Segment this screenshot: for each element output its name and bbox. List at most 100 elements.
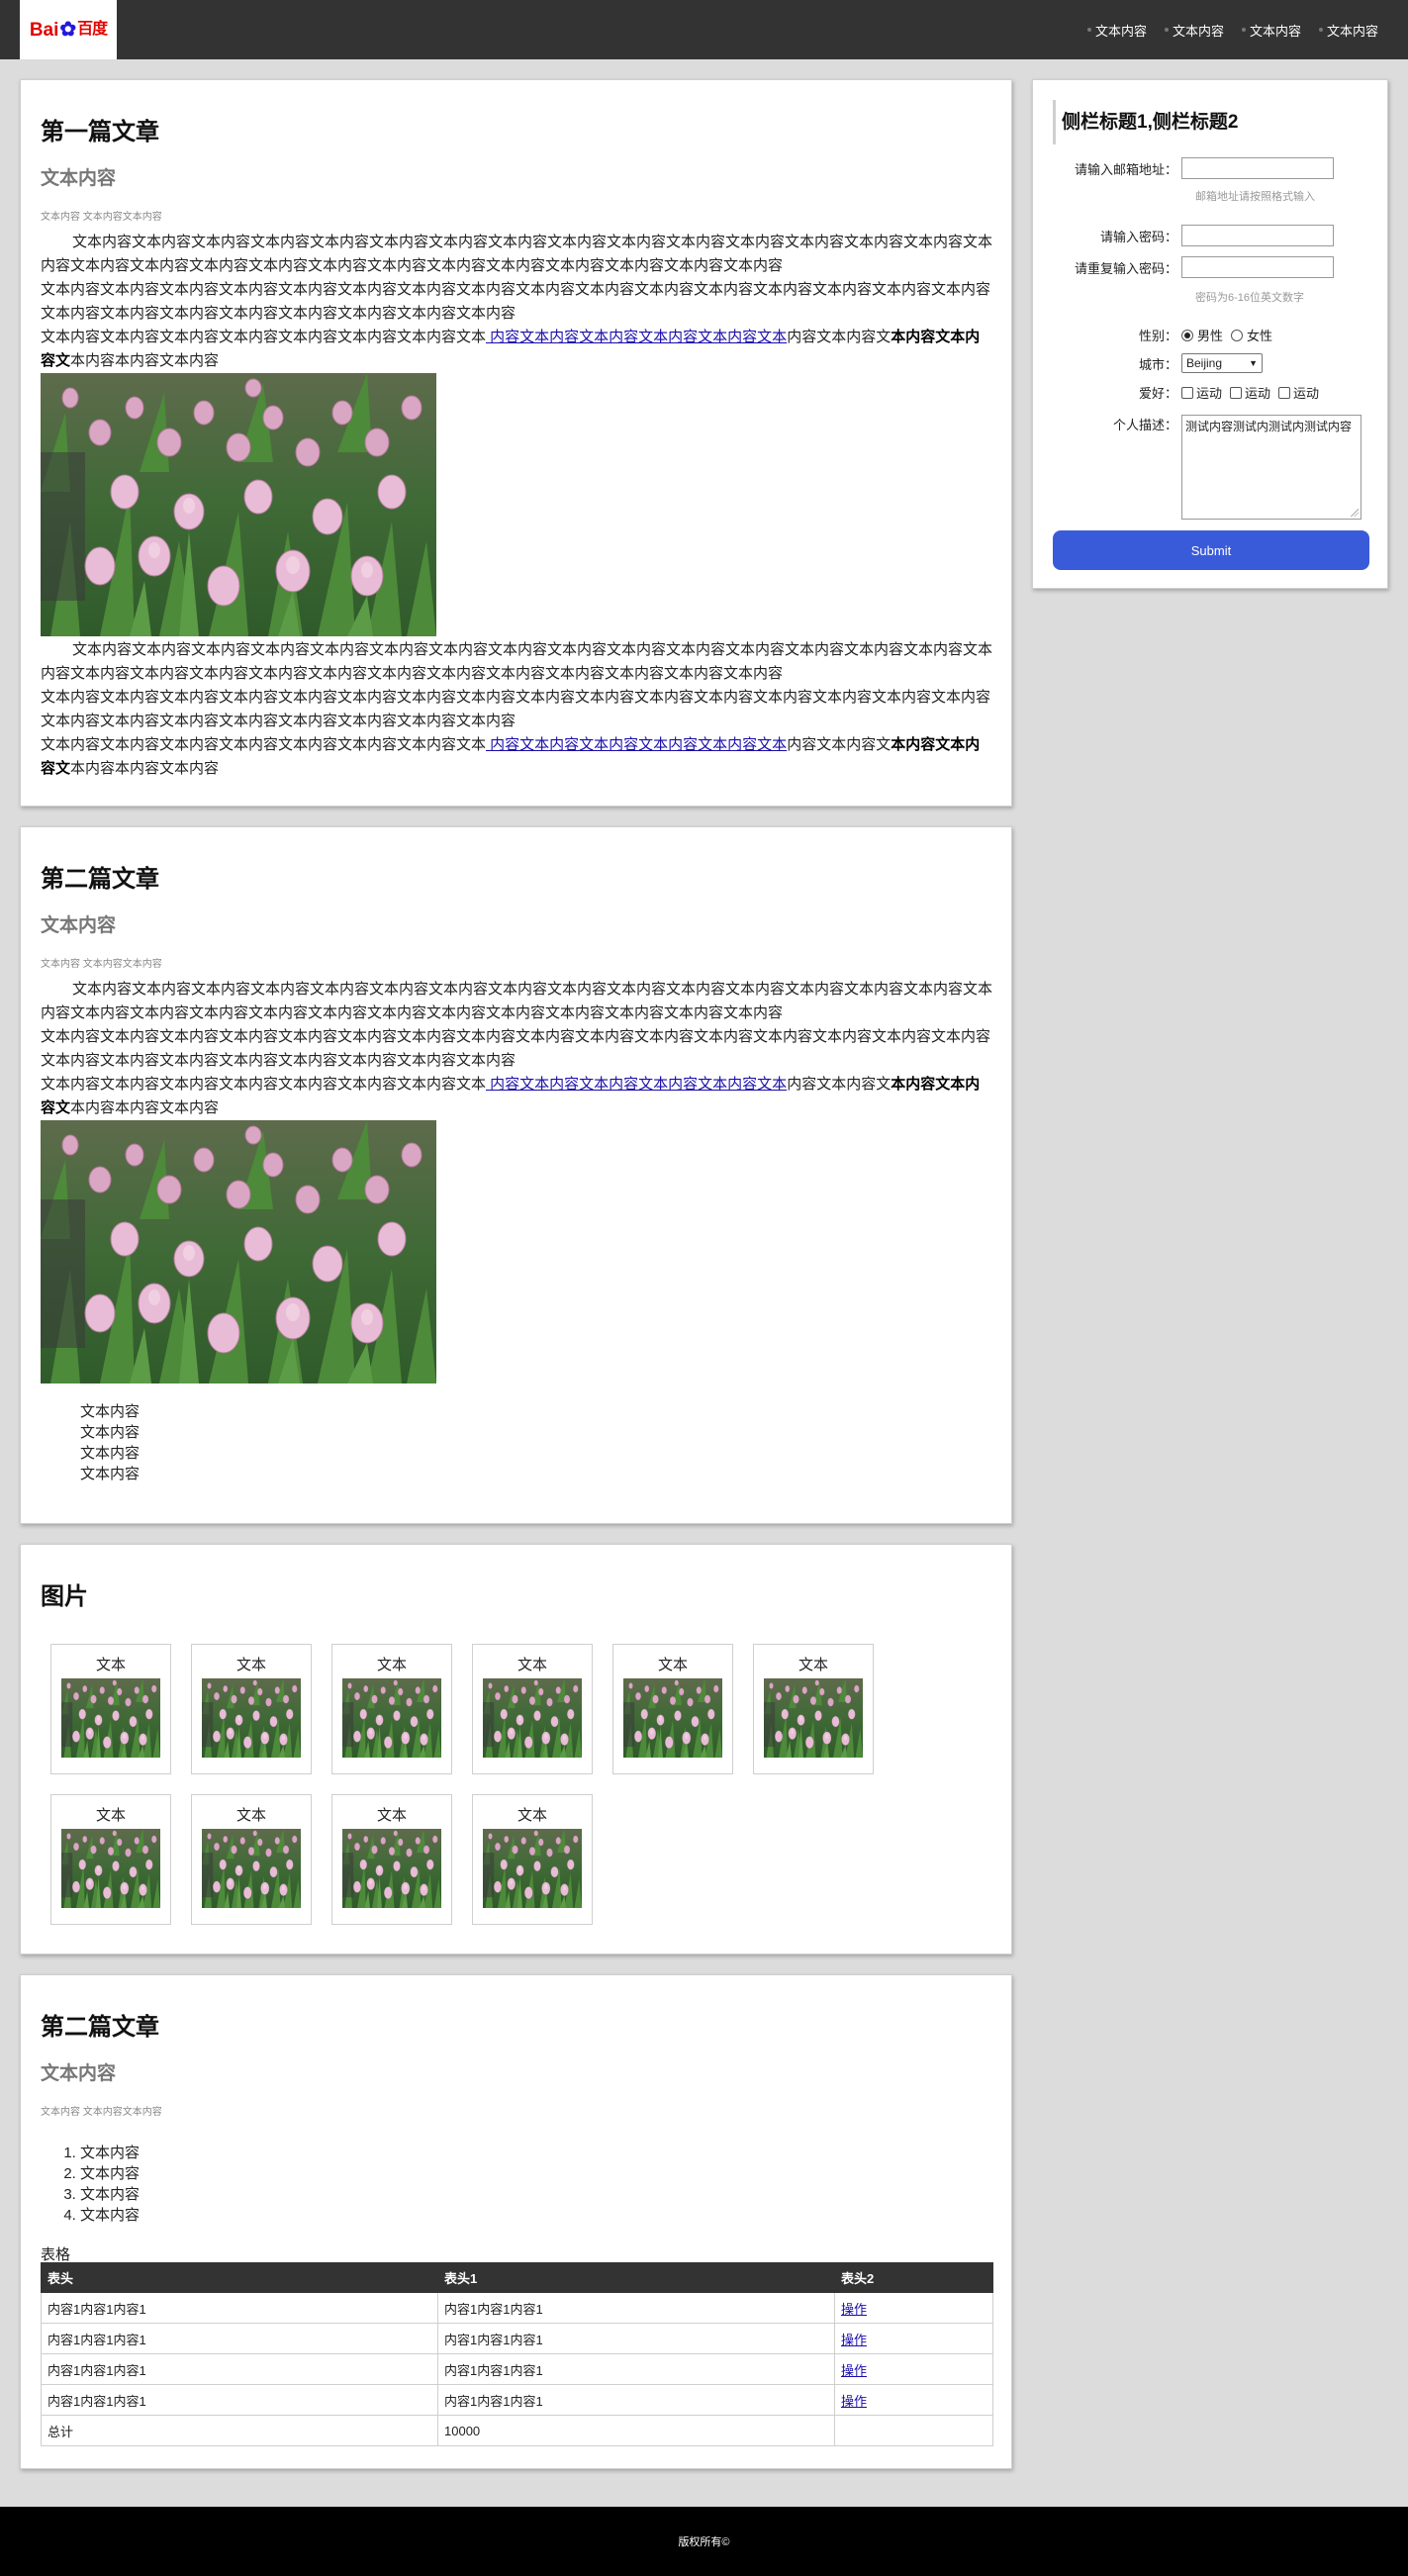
email-row: 请输入邮箱地址： <box>1033 157 1389 179</box>
gender-label: 性别： <box>1138 329 1177 343</box>
gallery-card: 图片 文本 文本 文本 文本 文本 文本 文本 文本 文本 文本 <box>20 1544 1012 1955</box>
resize-handle-icon[interactable] <box>1351 509 1359 517</box>
table-cell: 操作 <box>834 2353 993 2385</box>
table-cell: 操作 <box>834 2384 993 2416</box>
article-title: 第二篇文章 <box>41 2014 159 2041</box>
action-link[interactable]: 操作 <box>841 2333 867 2347</box>
ordered-list: 文本内容 文本内容 文本内容 文本内容 <box>41 2143 140 2226</box>
gallery-item[interactable]: 文本 <box>50 1794 171 1925</box>
tulip-image <box>41 1120 436 1383</box>
tulip-thumbnail <box>342 1829 441 1908</box>
submit-button[interactable]: Submit <box>1053 530 1369 570</box>
article-meta: 文本内容 文本内容文本内容 <box>41 2107 162 2118</box>
gallery-item[interactable]: 文本 <box>331 1644 452 1774</box>
table-row: 内容1内容1内容1 内容1内容1内容1 操作 <box>41 2323 993 2354</box>
gallery-title: 图片 <box>41 1583 88 1610</box>
list-item: 文本内容 <box>80 2143 140 2163</box>
list-item: 文本内容 <box>80 2205 140 2226</box>
list-item: 文本内容 <box>80 1466 141 1482</box>
article-paragraph: 文本内容文本内容文本内容文本内容文本内容文本内容文本内容文本内容文本内容文本内容… <box>41 231 993 278</box>
password-input[interactable] <box>1181 225 1334 246</box>
checkbox-icon[interactable] <box>1181 386 1193 399</box>
tulip-thumbnail <box>202 1829 301 1908</box>
hobby-option[interactable]: 运动 <box>1181 383 1222 402</box>
radio-label: 女性 <box>1247 329 1273 343</box>
list-item: 文本内容 <box>80 1424 141 1441</box>
gallery-item-label: 文本 <box>235 1807 266 1824</box>
radio-selected-icon[interactable] <box>1181 329 1193 341</box>
gallery-item[interactable]: 文本 <box>472 1794 593 1925</box>
tulip-thumbnail <box>483 1829 582 1908</box>
gallery-item[interactable]: 文本 <box>50 1644 171 1774</box>
article-card-2: 第二篇文章 文本内容 文本内容 文本内容文本内容 文本内容文本内容文本内容文本内… <box>20 826 1012 1524</box>
article-link[interactable]: 内容文本内容文本内容文本内容文本内容文本 <box>486 1076 787 1093</box>
gallery-item-label: 文本 <box>376 1807 407 1824</box>
table-total-row: 总计 10000 <box>41 2415 993 2446</box>
tulip-thumbnail <box>342 1678 441 1758</box>
action-link[interactable]: 操作 <box>841 2302 867 2317</box>
hobby-label: 爱好： <box>1138 386 1177 401</box>
article-paragraph: 文本内容文本内容文本内容文本内容文本内容文本内容文本内容文本内容文本内容文本内容… <box>41 978 993 1025</box>
table-header-row: 表头 表头1 表头2 <box>41 2262 993 2293</box>
page-footer: 版权所有© <box>0 2507 1408 2576</box>
checkbox-icon[interactable] <box>1230 386 1243 399</box>
gallery-item-label: 文本 <box>657 1657 688 1673</box>
city-label: 城市： <box>1138 356 1177 372</box>
table-cell: 内容1内容1内容1 <box>437 2384 835 2416</box>
checkbox-label: 运动 <box>1196 386 1223 401</box>
gallery-item[interactable]: 文本 <box>331 1794 452 1925</box>
gallery-item[interactable]: 文本 <box>612 1644 733 1774</box>
checkbox-icon[interactable] <box>1278 386 1291 399</box>
nav-item[interactable]: 文本内容 <box>1241 21 1301 40</box>
article-link[interactable]: 内容文本内容文本内容文本内容文本内容文本 <box>486 329 787 345</box>
hobby-option[interactable]: 运动 <box>1278 383 1319 402</box>
paragraph-text: 内容文本内容文 <box>787 329 892 345</box>
nav-label: 文本内容 <box>1094 23 1147 39</box>
action-link[interactable]: 操作 <box>841 2394 867 2409</box>
gallery-item[interactable]: 文本 <box>753 1644 874 1774</box>
hobby-option[interactable]: 运动 <box>1230 383 1270 402</box>
article-card-1: 第一篇文章 文本内容 文本内容 文本内容文本内容 文本内容文本内容文本内容文本内… <box>20 79 1012 807</box>
city-select[interactable]: Beijing ▼ <box>1181 353 1263 373</box>
chevron-down-icon: ▼ <box>1249 358 1258 368</box>
tulip-thumbnail <box>764 1678 863 1758</box>
bullet-icon <box>1164 28 1169 32</box>
gender-option-female[interactable]: 女性 <box>1231 326 1272 344</box>
checkbox-label: 运动 <box>1293 386 1320 401</box>
nav-item[interactable]: 文本内容 <box>1318 21 1378 40</box>
gender-option-male[interactable]: 男性 <box>1181 326 1223 344</box>
paragraph-text: 内容文本内容文 <box>787 736 892 753</box>
paragraph-text: 文本内容文本内容文本内容文本内容文本内容文本内容文本内容文本内容文本内容文本内容… <box>41 689 991 729</box>
gallery-item[interactable]: 文本 <box>191 1644 312 1774</box>
gallery-item[interactable]: 文本 <box>191 1794 312 1925</box>
gallery-item-label: 文本 <box>235 1657 266 1673</box>
radio-icon[interactable] <box>1231 329 1244 341</box>
paragraph-text: 文本内容文本内容文本内容文本内容文本内容文本内容文本内容文本内容文本内容文本内容… <box>41 281 991 322</box>
table-cell: 操作 <box>834 2323 993 2354</box>
gallery-item-label: 文本 <box>516 1657 547 1673</box>
password-confirm-input[interactable] <box>1181 256 1334 278</box>
table-header: 表头 <box>41 2262 438 2293</box>
radio-label: 男性 <box>1197 329 1224 343</box>
nav-item[interactable]: 文本内容 <box>1164 21 1224 40</box>
article-card-3: 第二篇文章 文本内容 文本内容 文本内容文本内容 文本内容 文本内容 文本内容 … <box>20 1974 1012 2469</box>
article-subtitle: 文本内容 <box>41 168 117 189</box>
article-subtitle: 文本内容 <box>41 2063 117 2084</box>
table-cell: 内容1内容1内容1 <box>41 2384 438 2416</box>
description-textarea[interactable]: 测试内容测试内测试内测试内容 <box>1181 415 1361 520</box>
email-input[interactable] <box>1181 157 1334 179</box>
city-row: 城市： Beijing ▼ <box>1033 353 1389 373</box>
password-confirm-label: 请重复输入密码： <box>1074 260 1177 276</box>
gallery-item[interactable]: 文本 <box>472 1644 593 1774</box>
table-cell: 总计 <box>41 2415 438 2446</box>
baidu-logo[interactable]: Bai ✿ 百度 <box>20 0 117 59</box>
gender-row: 性别： 男性 女性 <box>1033 326 1389 344</box>
action-link[interactable]: 操作 <box>841 2363 867 2378</box>
tulip-thumbnail <box>623 1678 722 1758</box>
password-row: 请输入密码： <box>1033 225 1389 246</box>
article-link[interactable]: 内容文本内容文本内容文本内容文本内容文本 <box>486 736 787 753</box>
paragraph-text: 文本内容文本内容文本内容文本内容文本内容文本内容文本内容文本 <box>41 329 487 345</box>
table-row: 内容1内容1内容1 内容1内容1内容1 操作 <box>41 2292 993 2324</box>
nav-item[interactable]: 文本内容 <box>1086 21 1147 40</box>
table-row: 内容1内容1内容1 内容1内容1内容1 操作 <box>41 2384 993 2416</box>
